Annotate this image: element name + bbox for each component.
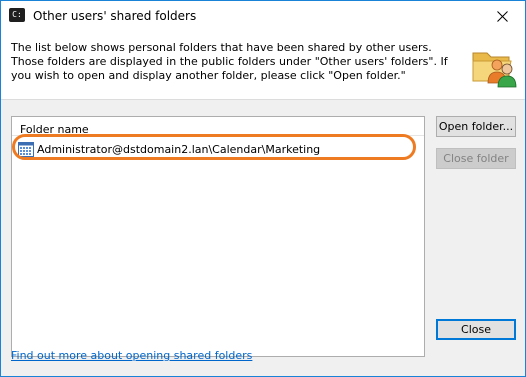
column-header-divider (12, 135, 424, 136)
help-link[interactable]: Find out more about opening shared folde… (11, 349, 252, 362)
close-button[interactable]: Close (436, 319, 516, 340)
list-item[interactable]: Administrator@dstdomain2.lan\Calendar\Ma… (14, 138, 420, 160)
list-item-label: Administrator@dstdomain2.lan\Calendar\Ma… (37, 142, 321, 156)
shared-folders-list[interactable]: Folder name Administrator@dstdomain2.lan… (11, 116, 425, 357)
header-description: The list below shows personal folders th… (11, 41, 448, 82)
open-folder-label: Open folder... (438, 120, 514, 133)
close-folder-label: Close folder (443, 152, 509, 165)
calendar-icon (18, 142, 34, 157)
app-icon: C: (9, 8, 25, 22)
title-bar: C: Other users' shared folders (1, 1, 525, 31)
dialog-header: The list below shows personal folders th… (1, 31, 525, 100)
close-window-button[interactable] (479, 1, 525, 31)
shared-folder-users-icon (472, 52, 517, 88)
close-icon (496, 10, 508, 22)
open-folder-button[interactable]: Open folder... (436, 116, 516, 137)
close-folder-button[interactable]: Close folder (436, 148, 516, 169)
close-button-label: Close (461, 323, 491, 336)
dialog-window: C: Other users' shared folders The list … (0, 0, 526, 377)
window-title: Other users' shared folders (33, 9, 197, 23)
